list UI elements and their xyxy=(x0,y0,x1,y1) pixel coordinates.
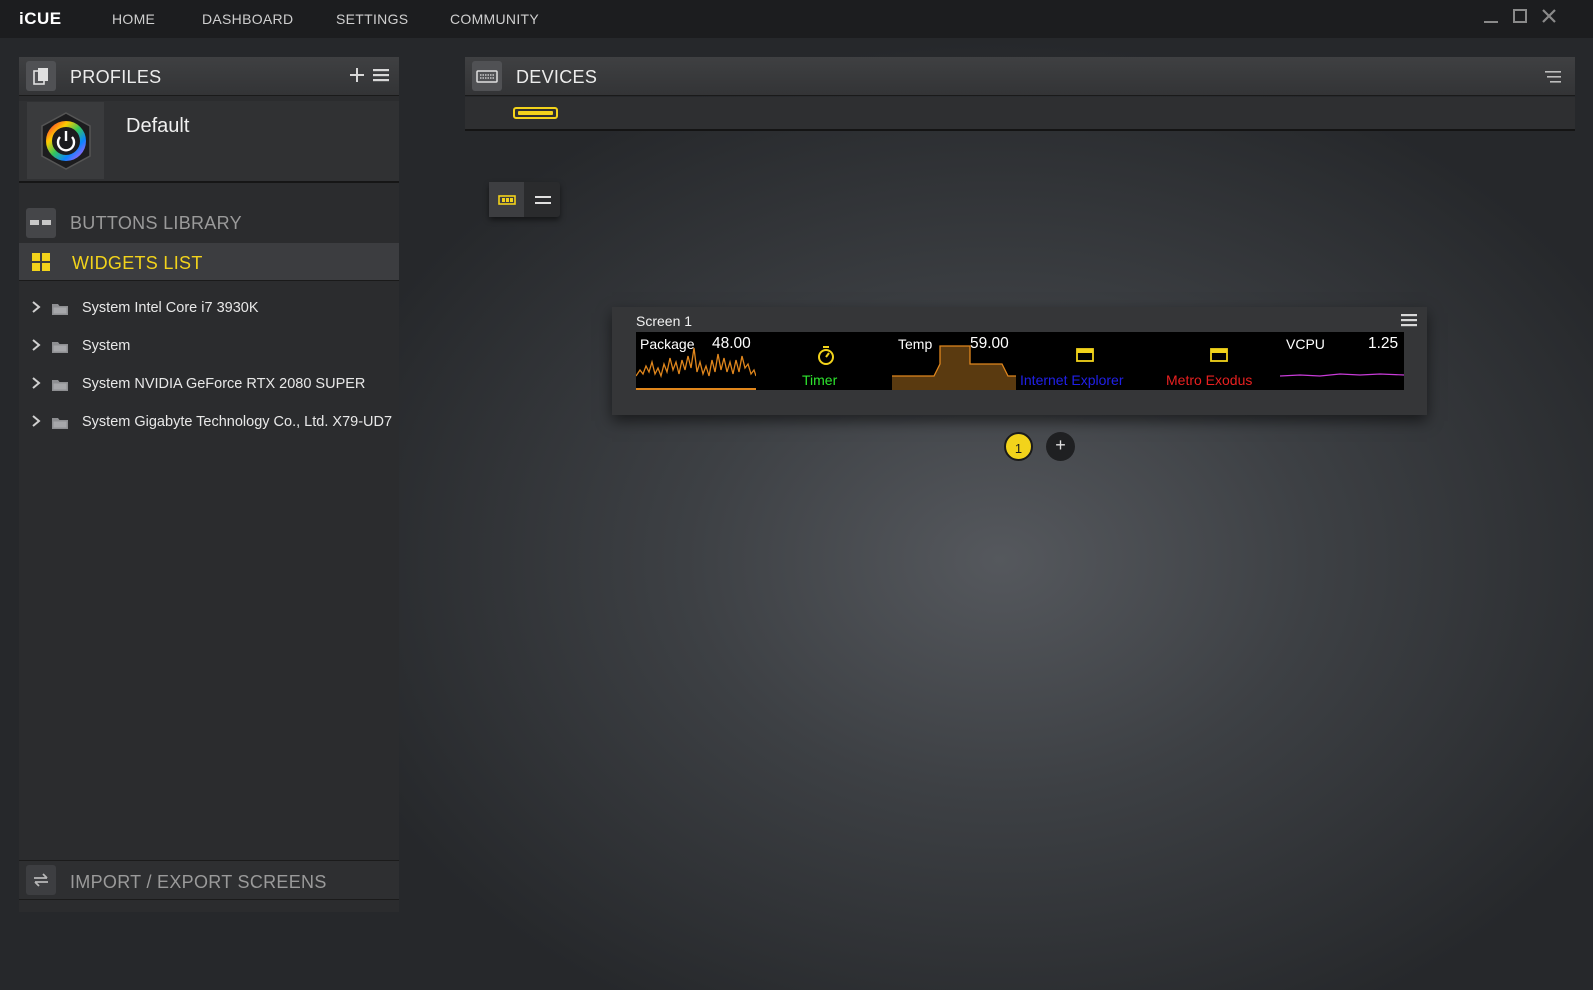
widgets-list-label: WIDGETS LIST xyxy=(72,253,203,273)
chevron-right-icon[interactable] xyxy=(31,300,41,317)
screen-card: Screen 1 Package 48.00 Timer Temp 59.00 … xyxy=(612,307,1427,415)
tree-item-label: System Intel Core i7 3930K xyxy=(82,300,259,316)
icue-logo-icon xyxy=(40,111,91,170)
nav-community[interactable]: COMMUNITY xyxy=(450,11,539,27)
buttons-library-row[interactable]: BUTTONS LIBRARY xyxy=(19,204,399,241)
list-view-icon xyxy=(534,195,551,204)
chevron-right-icon[interactable] xyxy=(31,376,41,393)
import-export-row[interactable]: IMPORT / EXPORT SCREENS xyxy=(19,860,399,900)
minimize-icon[interactable] xyxy=(1481,8,1501,28)
widgets-list-row[interactable]: WIDGETS LIST xyxy=(19,243,399,281)
import-export-label: IMPORT / EXPORT SCREENS xyxy=(70,872,327,892)
nav-dashboard[interactable]: DASHBOARD xyxy=(202,11,293,27)
package-label: Package xyxy=(640,336,695,352)
view-list-button[interactable] xyxy=(525,182,560,217)
view-toggle xyxy=(489,182,560,217)
vcpu-value: 1.25 xyxy=(1368,335,1399,352)
devices-title: DEVICES xyxy=(516,67,598,87)
package-value: 48.00 xyxy=(712,335,751,352)
widget-metro-exodus[interactable]: Metro Exodus xyxy=(1152,332,1276,390)
widgets-grid-icon xyxy=(26,247,56,277)
nav-home[interactable]: HOME xyxy=(112,11,155,27)
ie-caption: Internet Explorer xyxy=(1020,372,1124,388)
window-icon xyxy=(1076,348,1094,362)
left-panel: PROFILES Default BUTTONS LIBRARY WIDGETS… xyxy=(19,57,399,912)
profile-item-default[interactable]: Default xyxy=(19,101,399,183)
device-icon-touchbar[interactable] xyxy=(513,107,558,119)
profile-avatar xyxy=(27,102,104,179)
widget-package[interactable]: Package 48.00 xyxy=(636,332,756,390)
timer-caption: Timer xyxy=(802,372,838,388)
view-device-button[interactable] xyxy=(489,182,524,217)
folder-icon xyxy=(52,378,68,391)
tree-item-label: System NVIDIA GeForce RTX 2080 SUPER xyxy=(82,376,366,392)
app-logo: iCUE xyxy=(19,9,62,28)
profiles-title: PROFILES xyxy=(70,67,162,87)
add-page-button[interactable]: + xyxy=(1046,432,1075,461)
close-icon[interactable] xyxy=(1539,8,1559,28)
nav-settings[interactable]: SETTINGS xyxy=(336,11,408,27)
devices-strip xyxy=(465,97,1575,131)
screen-title: Screen 1 xyxy=(636,313,693,329)
vcpu-label: VCPU xyxy=(1286,336,1325,352)
profile-name: Default xyxy=(126,115,190,137)
page-indicator[interactable]: 1 xyxy=(1004,432,1033,461)
widget-temp[interactable]: Temp 59.00 xyxy=(892,332,1016,390)
screen-menu-icon[interactable] xyxy=(1401,313,1417,327)
profiles-icon xyxy=(26,61,56,91)
profiles-header: PROFILES xyxy=(19,57,399,96)
tree-item-gigabyte[interactable]: System Gigabyte Technology Co., Ltd. X79… xyxy=(19,408,399,438)
device-view-icon xyxy=(497,194,516,205)
buttons-library-icon xyxy=(26,208,56,238)
sort-icon[interactable] xyxy=(1545,70,1561,84)
screen-preview: Package 48.00 Timer Temp 59.00 Internet … xyxy=(636,332,1404,390)
widget-internet-explorer[interactable]: Internet Explorer xyxy=(1020,332,1148,390)
devices-header: DEVICES xyxy=(465,57,1575,96)
import-export-icon xyxy=(26,865,56,895)
title-bar: iCUE HOME DASHBOARD SETTINGS COMMUNITY xyxy=(0,0,1593,38)
add-profile-icon[interactable] xyxy=(349,67,365,83)
tree-item-intel[interactable]: System Intel Core i7 3930K xyxy=(19,294,399,324)
profiles-menu-icon[interactable] xyxy=(373,68,389,82)
temp-label: Temp xyxy=(898,336,933,352)
widget-timer[interactable]: Timer xyxy=(764,332,888,390)
folder-icon xyxy=(52,340,68,353)
tree-item-label: System xyxy=(82,338,131,354)
stopwatch-icon xyxy=(818,346,834,365)
keyboard-icon xyxy=(472,61,502,91)
chevron-right-icon[interactable] xyxy=(31,414,41,431)
buttons-library-label: BUTTONS LIBRARY xyxy=(70,213,242,233)
folder-icon xyxy=(52,416,68,429)
window-icon xyxy=(1210,348,1228,362)
tree-item-system[interactable]: System xyxy=(19,332,399,362)
maximize-icon[interactable] xyxy=(1510,8,1530,28)
folder-icon xyxy=(52,302,68,315)
tree-item-nvidia[interactable]: System NVIDIA GeForce RTX 2080 SUPER xyxy=(19,370,399,400)
metro-caption: Metro Exodus xyxy=(1166,372,1253,388)
widget-vcpu[interactable]: VCPU 1.25 xyxy=(1280,332,1404,390)
chevron-right-icon[interactable] xyxy=(31,338,41,355)
temp-value: 59.00 xyxy=(970,335,1009,352)
tree-item-label: System Gigabyte Technology Co., Ltd. X79… xyxy=(82,414,393,430)
